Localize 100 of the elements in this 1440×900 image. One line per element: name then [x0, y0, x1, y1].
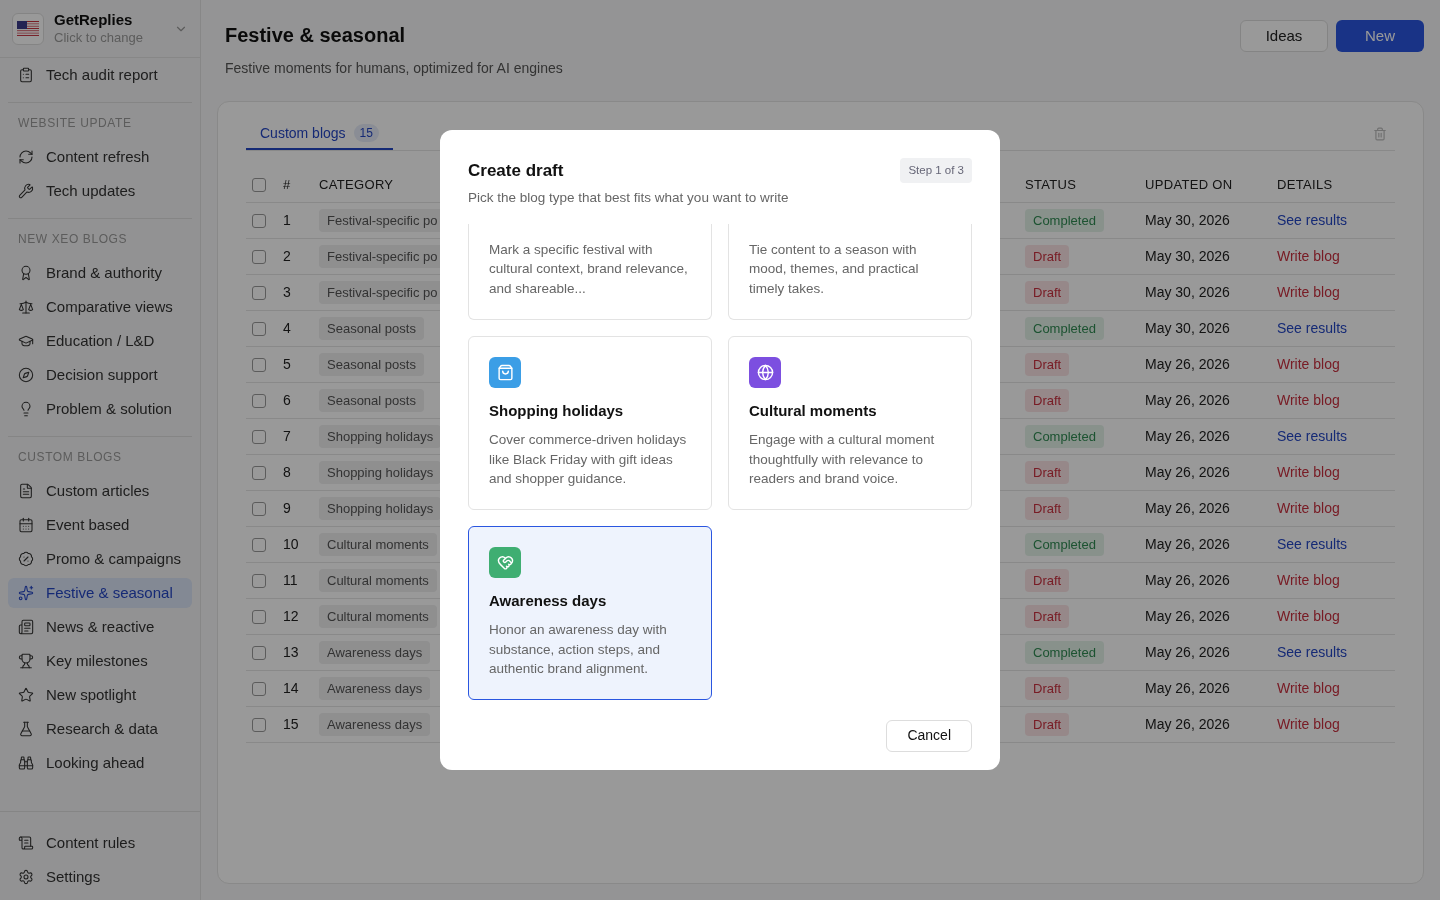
status-badge: Draft: [1025, 712, 1070, 737]
sidebar-item[interactable]: Tech audit report: [8, 60, 192, 90]
status-badge: Draft: [1025, 676, 1070, 701]
dialog-title: Create draft: [468, 160, 565, 182]
tab[interactable]: Custom blogs 15: [246, 118, 393, 150]
category-tag: Cultural moments: [319, 604, 437, 629]
details-link[interactable]: Write blog: [1277, 570, 1340, 591]
row-number: 10: [283, 535, 300, 554]
sidebar-item[interactable]: New spotlight: [8, 680, 192, 710]
status-badge: Completed: [1025, 532, 1104, 557]
sidebar-item[interactable]: News & reactive: [8, 612, 192, 642]
row-checkbox[interactable]: [252, 573, 266, 588]
card-title: Awareness days: [489, 590, 608, 611]
details-link[interactable]: Write blog: [1277, 390, 1340, 411]
date-cell-text: May 26, 2026: [1145, 679, 1231, 698]
sidebar-item[interactable]: Looking ahead: [8, 748, 192, 778]
row-checkbox[interactable]: [252, 717, 266, 732]
details-link[interactable]: Write blog: [1277, 498, 1340, 519]
details-link[interactable]: See results: [1277, 534, 1348, 555]
category-tag: Cultural moments: [319, 568, 437, 593]
details-link[interactable]: Write blog: [1277, 678, 1340, 699]
percent-badge-icon: [18, 551, 34, 567]
details-link[interactable]: See results: [1277, 642, 1348, 663]
status-badge: Draft: [1025, 460, 1070, 485]
sidebar-item[interactable]: Content rules: [8, 828, 192, 858]
row-checkbox[interactable]: [252, 285, 266, 300]
graduation-cap-icon: [18, 333, 34, 349]
delete-icon[interactable]: [1373, 127, 1387, 141]
date-cell-text: May 26, 2026: [1145, 571, 1231, 590]
select-all-checkbox[interactable]: [252, 177, 266, 192]
sidebar-item[interactable]: Content refresh: [8, 142, 192, 172]
blog-type-card[interactable]: Tie content to a season with mood, themes, and practical timely takes.: [728, 223, 972, 320]
sidebar-item[interactable]: Decision support: [8, 360, 192, 390]
row-number: 15: [283, 715, 300, 734]
sidebar-item[interactable]: Custom articles: [8, 476, 192, 506]
details-link[interactable]: Write blog: [1277, 462, 1340, 483]
sidebar-item[interactable]: Promo & campaigns: [8, 544, 192, 574]
tab-count: 15: [353, 124, 379, 142]
card-title: Shopping holidays: [489, 400, 625, 421]
sidebar-item[interactable]: Festive & seasonal: [8, 578, 192, 608]
card-description: Mark a specific festival with cultural context, brand relevance, and shareable...: [489, 240, 689, 298]
row-checkbox[interactable]: [252, 429, 266, 444]
sidebar-item[interactable]: Key milestones: [8, 646, 192, 676]
date-cell-text: May 30, 2026: [1145, 283, 1231, 302]
row-checkbox[interactable]: [252, 213, 266, 228]
status-badge: Draft: [1025, 388, 1070, 413]
scale-icon: [18, 299, 34, 315]
blog-type-card[interactable]: Mark a specific festival with cultural context, brand relevance, and shareable...: [468, 223, 712, 320]
compass-icon: [18, 367, 34, 383]
row-checkbox[interactable]: [252, 357, 266, 372]
details-link[interactable]: See results: [1277, 318, 1348, 339]
ideas-button[interactable]: Ideas: [1240, 20, 1328, 52]
status-badge: Draft: [1025, 496, 1070, 521]
sidebar-item[interactable]: Research & data: [8, 714, 192, 744]
sidebar-item[interactable]: Tech updates: [8, 176, 192, 206]
sidebar-item[interactable]: Settings: [8, 862, 192, 892]
row-checkbox[interactable]: [252, 465, 266, 480]
card-title: Cultural moments: [749, 400, 878, 421]
row-number: 11: [283, 571, 299, 590]
column-header: DETAILS: [1277, 175, 1333, 194]
category-tag: Awareness days: [319, 640, 431, 665]
sidebar-item[interactable]: Problem & solution: [8, 394, 192, 424]
row-checkbox[interactable]: [252, 645, 266, 660]
row-checkbox[interactable]: [252, 681, 266, 696]
category-tag: Cultural moments: [319, 532, 437, 557]
sparkles-icon: [18, 585, 34, 601]
row-checkbox[interactable]: [252, 609, 266, 624]
new-button[interactable]: New: [1336, 20, 1424, 52]
clipboard-icon: [18, 67, 34, 83]
workspace-flag[interactable]: [12, 12, 44, 45]
page-title: Festive & seasonal: [225, 23, 407, 48]
sidebar-item[interactable]: Comparative views: [8, 292, 192, 322]
details-link[interactable]: See results: [1277, 210, 1348, 231]
details-link[interactable]: See results: [1277, 426, 1348, 447]
details-link[interactable]: Write blog: [1277, 606, 1340, 627]
sidebar-item[interactable]: Education / L&D: [8, 326, 192, 356]
details-link[interactable]: Write blog: [1277, 354, 1340, 375]
blog-type-card[interactable]: Awareness days Honor an awareness day with substance, action steps, and authentic brand alignment.: [468, 525, 712, 700]
sidebar-item[interactable]: Brand & authority: [8, 258, 192, 288]
row-checkbox[interactable]: [252, 249, 266, 264]
row-checkbox[interactable]: [252, 537, 266, 552]
lightbulb-icon: [18, 401, 34, 417]
sidebar-item[interactable]: Event based: [8, 510, 192, 540]
blog-type-card[interactable]: Shopping holidays Cover commerce-driven holidays like Black Friday with gift ideas and shopper guidance.: [468, 335, 712, 510]
details-link[interactable]: Write blog: [1277, 246, 1340, 267]
ribbon-icon: [18, 265, 34, 281]
details-link[interactable]: Write blog: [1277, 282, 1340, 303]
date-cell-text: May 26, 2026: [1145, 463, 1231, 482]
page-subtitle: Festive moments for humans, optimized for AI engines: [225, 59, 563, 78]
column-header: STATUS: [1025, 175, 1078, 194]
date-cell-text: May 30, 2026: [1145, 247, 1231, 266]
row-checkbox[interactable]: [252, 501, 266, 516]
details-link[interactable]: Write blog: [1277, 714, 1340, 735]
blog-type-card[interactable]: Cultural moments Engage with a cultural moment thoughtfully with relevance to readers and brand voice.: [728, 335, 972, 510]
row-number: 7: [283, 427, 292, 446]
cancel-button[interactable]: Cancel: [886, 719, 972, 752]
row-checkbox[interactable]: [252, 321, 266, 336]
row-checkbox[interactable]: [252, 393, 266, 408]
category-tag: Seasonal posts: [319, 316, 424, 341]
date-cell-text: May 26, 2026: [1145, 355, 1231, 374]
